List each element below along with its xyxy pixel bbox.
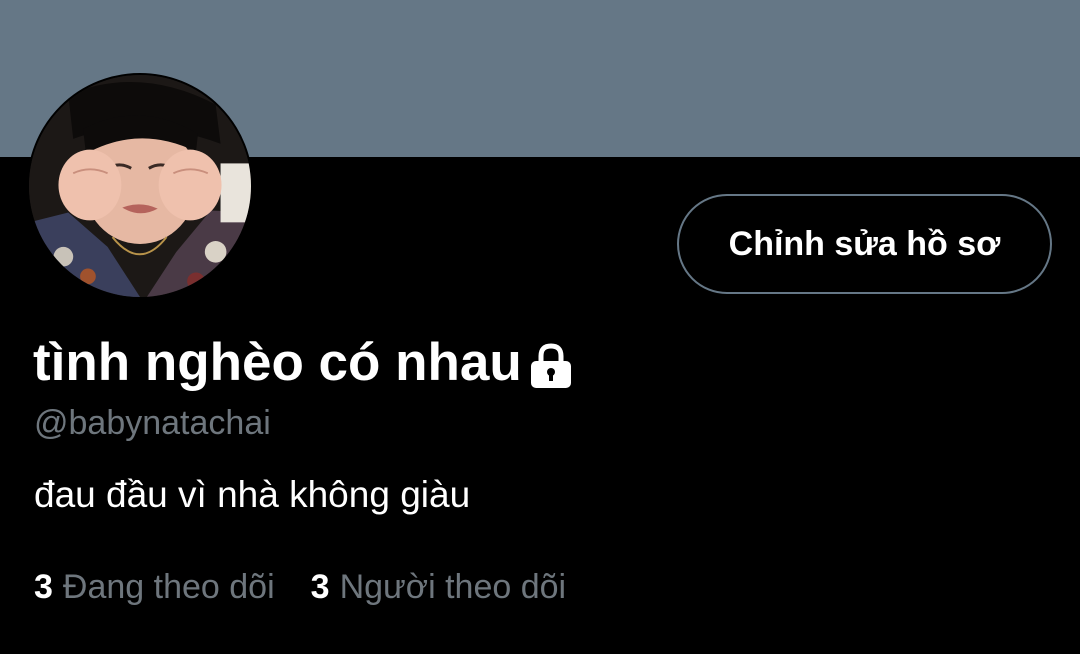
followers-label: Người theo dõi: [339, 568, 567, 606]
lock-icon: [528, 342, 574, 390]
followers-count: 3: [310, 568, 330, 606]
following-link[interactable]: 3 Đang theo dõi: [34, 564, 275, 610]
edit-profile-button[interactable]: Chỉnh sửa hồ sơ: [677, 194, 1052, 294]
profile-handle: @babynatachai: [34, 404, 271, 442]
following-count: 3: [34, 568, 53, 606]
profile-page: Chỉnh sửa hồ sơ tình nghèo có nhau @baby…: [0, 0, 1080, 654]
followers-link[interactable]: 3 Người theo dõi: [311, 564, 566, 610]
avatar[interactable]: [27, 73, 253, 299]
name-row: tình nghèo có nhau: [33, 330, 574, 396]
following-label: Đang theo dõi: [62, 568, 275, 606]
profile-bio: đau đầu vì nhà không giàu: [34, 474, 471, 515]
display-name: tình nghèo có nhau: [33, 333, 522, 392]
avatar-photo: [29, 75, 251, 297]
follow-stats: 3 Đang theo dõi 3 Người theo dõi: [34, 564, 566, 610]
